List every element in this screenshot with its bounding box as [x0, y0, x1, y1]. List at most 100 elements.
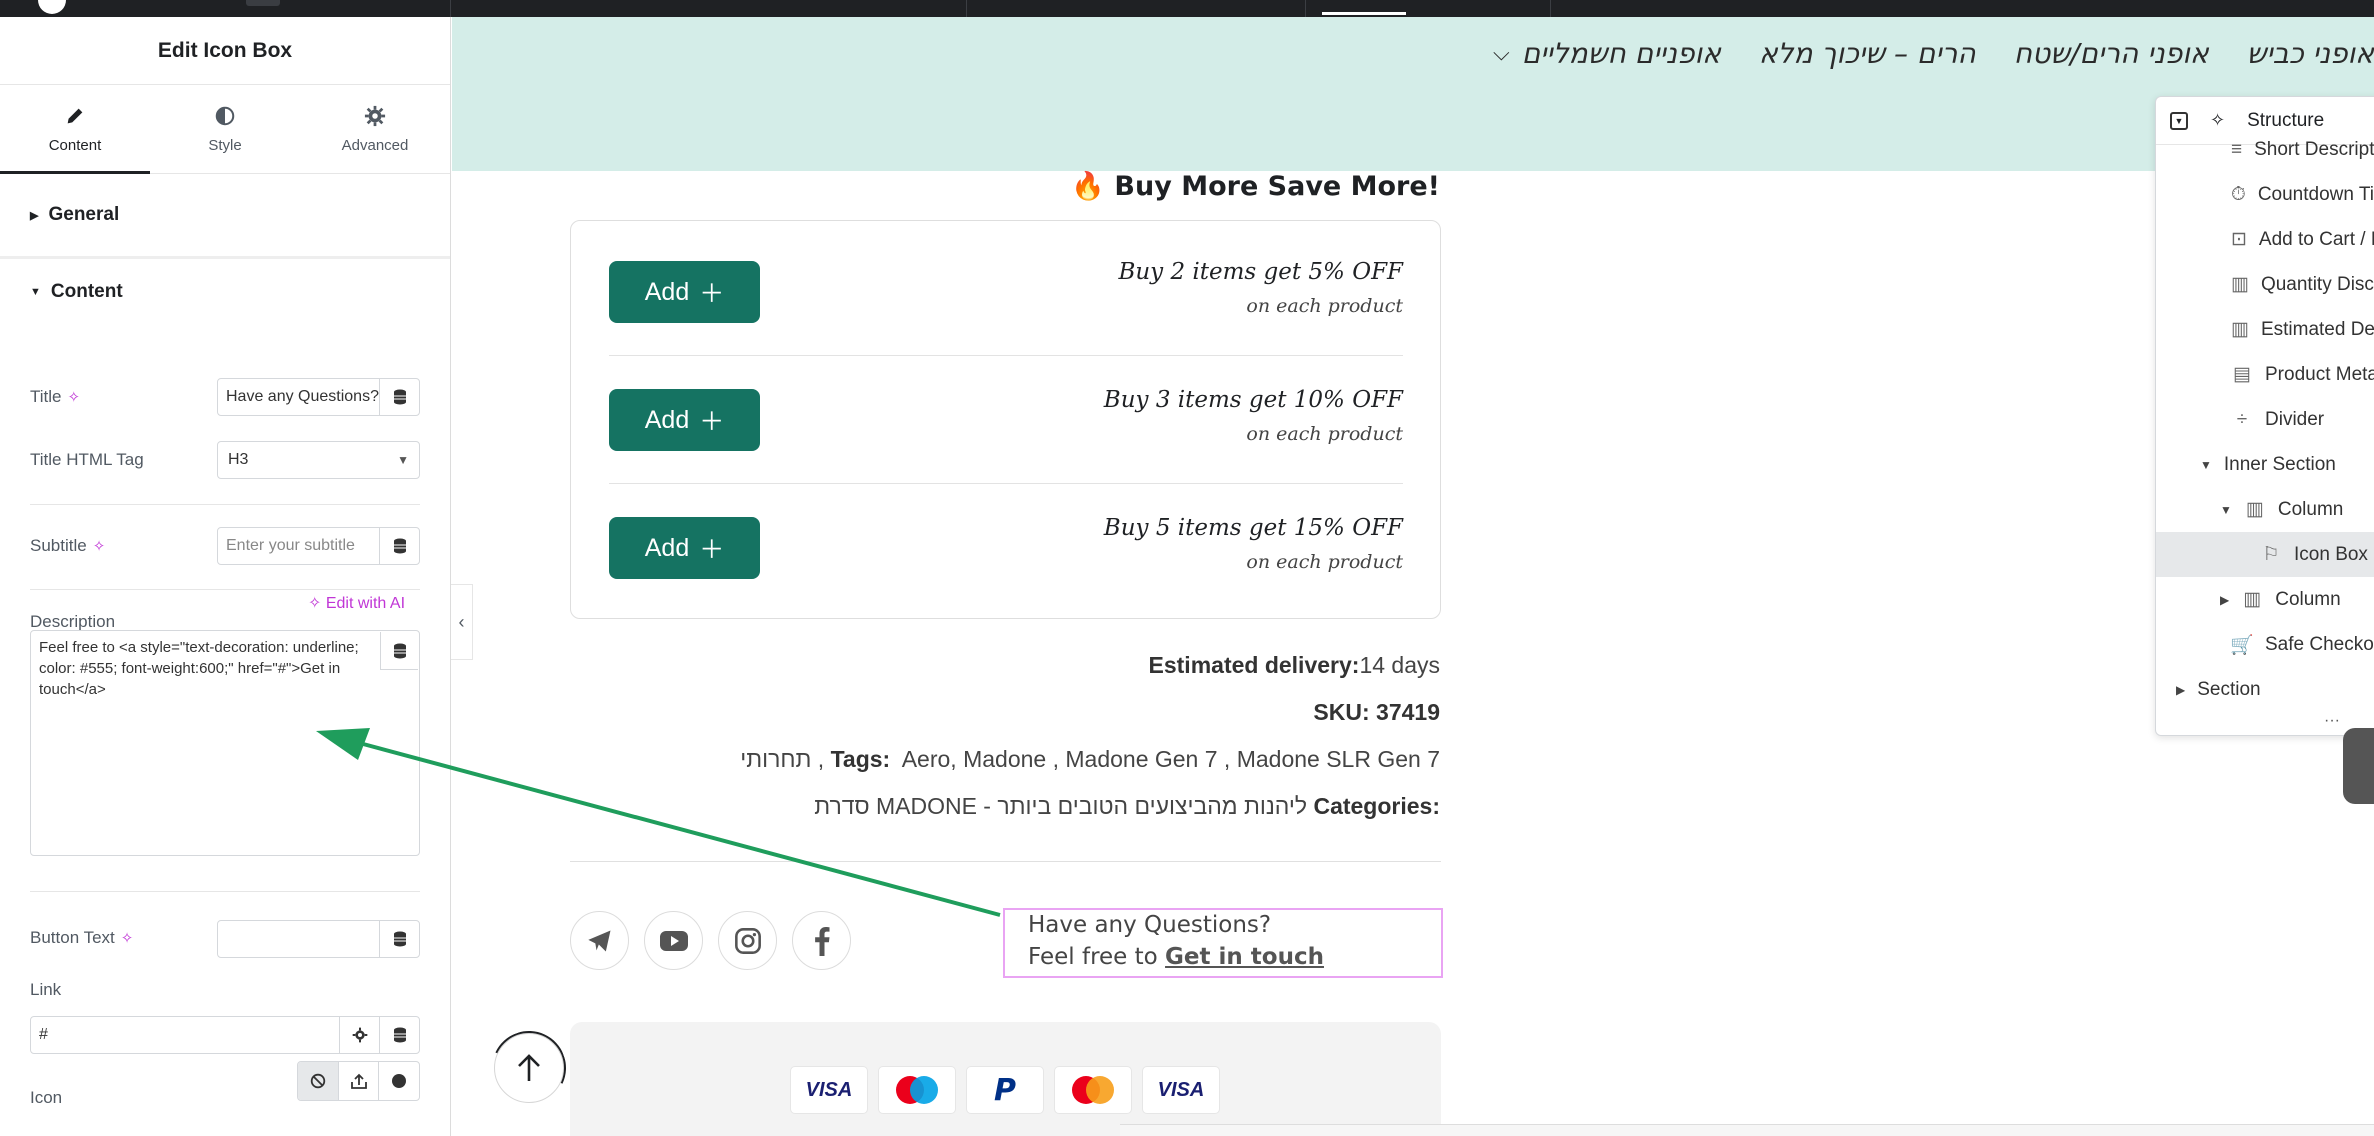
tree-item-icon-box[interactable]: ⚐ Icon Box: [2156, 532, 2374, 577]
button-text-input-group: [217, 920, 420, 958]
upload-svg-icon[interactable]: [339, 1062, 380, 1100]
icon-box-desc-prefix: Feel free to: [1028, 944, 1158, 970]
dynamic-tags-icon[interactable]: [379, 528, 419, 564]
tab-style-label: Style: [208, 136, 242, 154]
description-textarea[interactable]: Feel free to <a style="text-decoration: …: [30, 630, 420, 856]
tree-item-label: Estimated Delivery: [2260, 318, 2374, 340]
tags-value[interactable]: Aero, Madone , Madone Gen 7 , Madone SLR…: [902, 746, 1440, 772]
link-options-gear-icon[interactable]: [339, 1017, 379, 1053]
ai-sparkle-icon[interactable]: ✧: [121, 930, 134, 947]
title-input-group: Have any Questions?: [217, 378, 420, 416]
stopwatch-icon: ⏱: [2231, 183, 2246, 205]
tree-item-divider[interactable]: ÷ Divider: [2156, 397, 2374, 442]
payment-cards: VISA P VISA: [790, 1066, 1220, 1114]
delivery-label: Estimated delivery:: [1148, 652, 1360, 678]
tree-item-inner-section[interactable]: ▼ Inner Section: [2156, 442, 2374, 487]
half-circle-icon: [215, 106, 235, 125]
icon-library-circle-icon[interactable]: [379, 1062, 419, 1100]
top-bar-active-indicator: [1322, 12, 1406, 15]
tab-advanced[interactable]: Advanced: [300, 85, 450, 173]
nav-item-mtb[interactable]: אופני הרים/שטח: [2014, 37, 2209, 70]
offer-sub: on each product: [1246, 551, 1403, 573]
button-text-label-text: Button Text: [30, 928, 115, 947]
top-bar-divider: [450, 0, 451, 17]
tab-content-label: Content: [48, 136, 102, 154]
tree-item-column[interactable]: ▶ ▥ Column: [2156, 577, 2374, 622]
dynamic-tags-icon[interactable]: [379, 1017, 419, 1053]
cart-icon: 🛒: [2230, 634, 2254, 656]
sku-label: SKU:: [1313, 699, 1370, 725]
edit-with-ai-button[interactable]: ✧ Edit with AI: [308, 593, 405, 613]
nav-item-ebikes[interactable]: אופניים חשמליים ⌵: [1493, 37, 1721, 70]
nav-item-label: אופני כביש: [2246, 37, 2374, 70]
collapse-panel-chevron-left-icon[interactable]: ‹: [451, 584, 473, 660]
tree-item-product-meta[interactable]: ▤ Product Meta: [2156, 352, 2374, 397]
instagram-icon[interactable]: [718, 911, 777, 970]
add-offer-button[interactable]: Add ＋: [609, 261, 760, 323]
tags-extra[interactable]: תחרותי ,: [740, 746, 824, 772]
subtitle-label-text: Subtitle: [30, 536, 87, 555]
link-input[interactable]: #: [31, 1017, 339, 1053]
offer-row: Add ＋ Buy 5 items get 15% OFF on each prod…: [609, 477, 1403, 605]
column-icon: ▥: [2243, 589, 2262, 610]
sku-value: 37419: [1376, 699, 1440, 725]
dynamic-tags-icon[interactable]: [380, 632, 418, 670]
ai-sparkle-icon[interactable]: ✧: [68, 389, 81, 406]
tree-item-short-description[interactable]: ≡ Short Description: [2156, 127, 2374, 172]
tree-item-label: Add to Cart / Buy Now: [2258, 228, 2374, 250]
title-tag-select[interactable]: H3 ▼: [217, 441, 420, 479]
gear-icon: [364, 105, 386, 126]
dynamic-tags-icon[interactable]: [379, 379, 419, 415]
add-offer-button[interactable]: Add ＋: [609, 389, 760, 451]
icon-box-widget[interactable]: Have any Questions? Feel free to Get in …: [1003, 908, 1443, 978]
categories-value[interactable]: סדרת MADONE - ליהנות מהביצועים הטובים בי…: [814, 793, 1307, 819]
tree-item-estimated-delivery[interactable]: ▥ Estimated Delivery: [2156, 307, 2374, 352]
tab-style[interactable]: Style: [150, 85, 300, 173]
subtitle-input-group: Enter your subtitle: [217, 527, 420, 565]
offer-sub: on each product: [1246, 423, 1403, 445]
tab-content[interactable]: Content: [0, 85, 150, 174]
visa-card-icon: VISA: [790, 1066, 868, 1114]
ai-sparkle-icon[interactable]: ✧: [93, 538, 106, 555]
tree-item-label: Column: [2277, 498, 2344, 520]
link-input-group: #: [30, 1016, 420, 1054]
side-tab[interactable]: [2343, 728, 2374, 804]
subtitle-input[interactable]: Enter your subtitle: [218, 528, 379, 564]
structure-resize-handle-icon[interactable]: ···: [2324, 712, 2340, 730]
caret-right-icon: ▶: [30, 209, 39, 222]
section-general-toggle[interactable]: ▶ General: [0, 174, 450, 259]
youtube-icon[interactable]: [644, 911, 703, 970]
telegram-icon[interactable]: [570, 911, 629, 970]
column-icon: ▥: [2245, 499, 2264, 520]
title-input[interactable]: Have any Questions?: [218, 379, 379, 415]
visa-label: VISA: [1157, 1078, 1205, 1101]
tree-item-label: Product Meta: [2265, 363, 2374, 385]
content-divider: [570, 861, 1441, 862]
elementor-logo-icon[interactable]: [38, 0, 66, 14]
no-icon-ban-icon[interactable]: [298, 1062, 339, 1100]
dynamic-tags-icon[interactable]: [379, 921, 419, 957]
tree-item-section[interactable]: ▶ Section: [2156, 667, 2374, 712]
edit-with-ai-label: Edit with AI: [325, 595, 406, 612]
tree-item-safe-checkout[interactable]: 🛒 Safe Checkout: [2156, 622, 2374, 667]
button-text-input[interactable]: [218, 921, 379, 957]
tab-advanced-label: Advanced: [341, 136, 409, 154]
section-content-toggle[interactable]: ▼ Content: [0, 259, 450, 325]
tree-item-column[interactable]: ▼ ▥ Column: [2156, 487, 2374, 532]
tree-item-add-to-cart[interactable]: ⊡ Add to Cart / Buy Now: [2156, 217, 2374, 262]
tree-item-label: Countdown Timer: [2257, 183, 2374, 205]
tree-item-quantity-discounts[interactable]: ▥ Quantity Discounts: [2156, 262, 2374, 307]
caret-right-icon: ▶: [2220, 592, 2230, 607]
chevron-down-icon: ▼: [397, 453, 409, 467]
facebook-icon[interactable]: [792, 911, 851, 970]
top-bar-button[interactable]: [246, 0, 280, 6]
scroll-to-top-button[interactable]: [494, 1033, 564, 1103]
offer-sub: on each product: [1246, 295, 1403, 317]
nav-item-road-bikes[interactable]: אופני כביש: [2247, 37, 2374, 70]
tree-item-countdown[interactable]: ⏱ Countdown Timer: [2156, 172, 2374, 217]
get-in-touch-link[interactable]: Get in touch: [1165, 944, 1324, 970]
categories: סדרת MADONE - ליהנות מהביצועים הטובים בי…: [814, 793, 1440, 820]
nav-item-label: הרים – שיכוך מלא: [1758, 37, 1976, 70]
nav-item-full-suspension[interactable]: הרים – שיכוך מלא: [1759, 37, 1976, 70]
add-offer-button[interactable]: Add ＋: [609, 517, 760, 579]
